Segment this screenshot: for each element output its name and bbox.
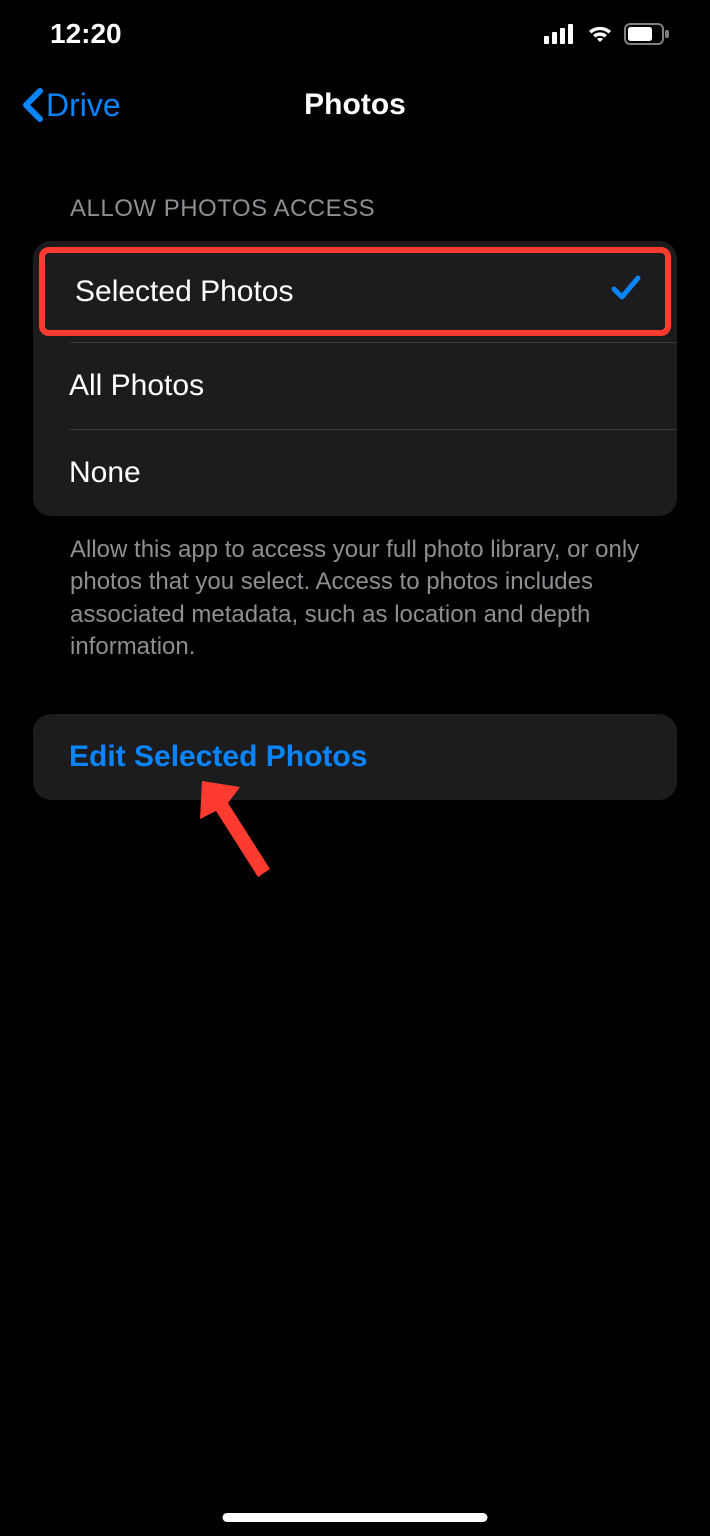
checkmark-icon xyxy=(611,273,641,310)
cellular-icon xyxy=(544,24,576,44)
photos-access-options: Selected Photos All Photos None xyxy=(33,241,677,516)
option-label: Selected Photos xyxy=(75,275,293,309)
back-label: Drive xyxy=(46,87,121,124)
page-title: Photos xyxy=(304,88,406,122)
status-icons xyxy=(544,23,670,45)
chevron-left-icon xyxy=(20,87,44,123)
option-selected-photos[interactable]: Selected Photos xyxy=(39,247,671,336)
status-bar: 12:20 xyxy=(0,0,710,55)
nav-bar: Drive Photos xyxy=(0,55,710,135)
option-all-photos[interactable]: All Photos xyxy=(33,343,677,429)
wifi-icon xyxy=(586,24,614,44)
section-description: Allow this app to access your full photo… xyxy=(0,516,710,664)
status-time: 12:20 xyxy=(50,18,122,50)
edit-selected-photos-button[interactable]: Edit Selected Photos xyxy=(33,714,677,800)
home-indicator[interactable] xyxy=(223,1513,488,1522)
back-button[interactable]: Drive xyxy=(20,87,121,124)
battery-icon xyxy=(624,23,670,45)
section-header: ALLOW PHOTOS ACCESS xyxy=(0,135,710,233)
option-label: All Photos xyxy=(69,369,204,403)
option-label: None xyxy=(69,456,141,490)
annotation-arrow-icon xyxy=(190,769,280,879)
action-group: Edit Selected Photos xyxy=(33,714,677,800)
option-none[interactable]: None xyxy=(33,430,677,516)
